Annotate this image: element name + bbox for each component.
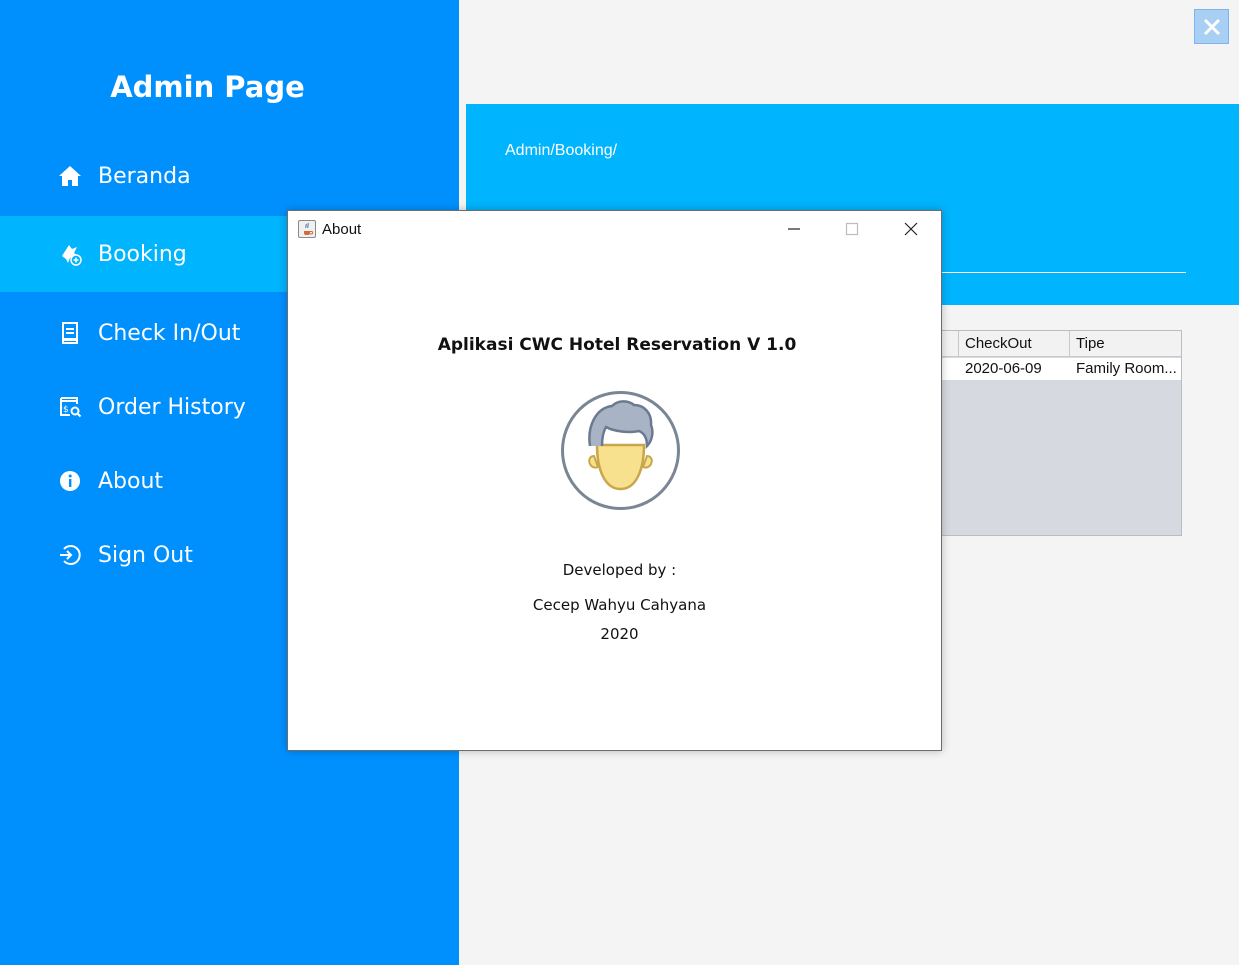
sign-out-icon [57, 542, 83, 568]
sidebar-item-label: Sign Out [98, 542, 193, 568]
close-icon [1203, 18, 1220, 35]
dialog-titlebar[interactable]: About [288, 211, 941, 247]
about-dialog: About Aplikasi CWC Hotel Reservation V 1… [287, 210, 942, 751]
developer-year: 2020 [600, 625, 639, 643]
developer-name: Cecep Wahyu Cahyana [532, 596, 707, 614]
booking-icon [57, 241, 83, 267]
search-underline[interactable] [941, 272, 1186, 273]
table-row[interactable]: 2020-06-09 Family Room... [941, 358, 1181, 380]
home-icon [57, 163, 83, 189]
sidebar-item-beranda[interactable]: Beranda [0, 138, 459, 214]
minimize-icon [788, 228, 800, 230]
column-header[interactable] [941, 331, 959, 357]
breadcrumb: Admin/Booking/ [505, 142, 618, 159]
column-header-checkout[interactable]: CheckOut [959, 331, 1070, 357]
maximize-icon [845, 222, 859, 236]
column-header-tipe[interactable]: Tipe [1070, 331, 1181, 357]
maximize-button[interactable] [823, 211, 881, 247]
booking-table[interactable]: CheckOut Tipe 2020-06-09 Family Room... [940, 330, 1182, 536]
dialog-title: About [322, 221, 362, 238]
table-cell-tipe: Family Room... [1076, 360, 1177, 377]
svg-text:$: $ [63, 405, 69, 415]
table-cell-checkout: 2020-06-09 [965, 360, 1042, 377]
checkin-icon [57, 320, 83, 346]
developed-by-label: Developed by : [562, 561, 677, 579]
sidebar-item-label: Booking [98, 241, 187, 267]
order-history-icon: $ [57, 394, 83, 420]
sidebar-title: Admin Page [110, 70, 305, 104]
sidebar-item-label: Beranda [98, 163, 191, 189]
sidebar-item-label: About [98, 468, 164, 494]
dialog-close-button[interactable] [882, 211, 940, 247]
close-button[interactable] [1194, 9, 1229, 44]
table-cell [941, 358, 959, 380]
minimize-button[interactable] [765, 211, 823, 247]
avatar-icon [561, 391, 680, 510]
app-name: Aplikasi CWC Hotel Reservation V 1.0 [437, 335, 797, 355]
sidebar-item-label: Order History [98, 394, 246, 420]
info-icon [57, 468, 83, 494]
java-icon [298, 220, 316, 238]
sidebar-item-label: Check In/Out [98, 320, 241, 346]
close-icon [904, 222, 918, 236]
avatar [560, 390, 681, 511]
table-header: CheckOut Tipe [941, 331, 1181, 357]
